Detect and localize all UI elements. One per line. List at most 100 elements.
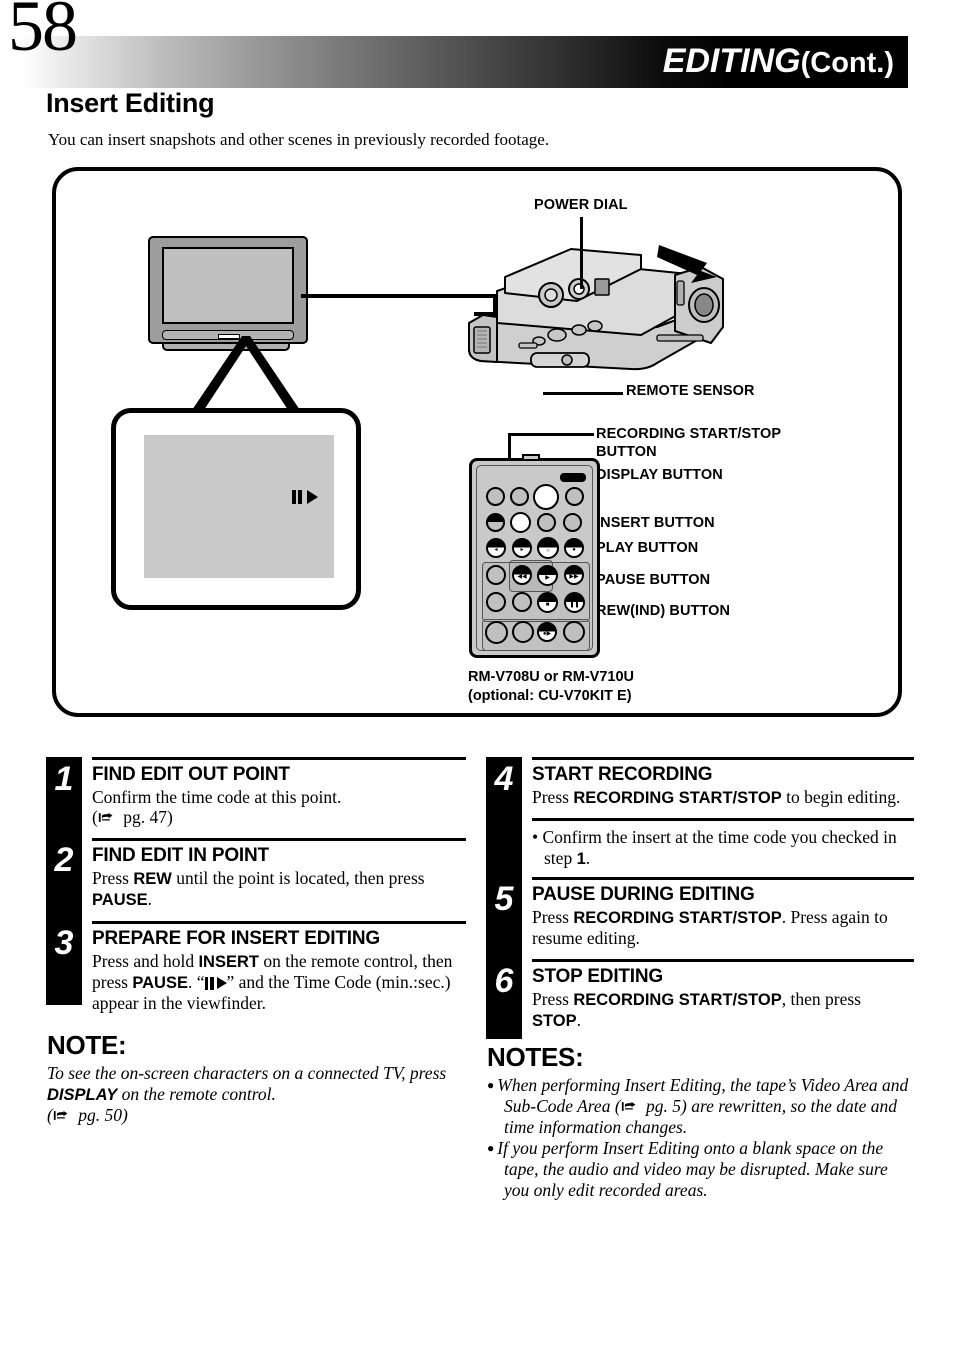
record-icon: ●▶: [542, 631, 552, 637]
remote-ir-window: [560, 473, 586, 482]
remote-button-r5c1[interactable]: [486, 592, 506, 612]
step-number: 5: [494, 880, 514, 919]
pause-play-osd-icon: [292, 490, 318, 504]
notes-block-right: NOTES: When performing Insert Editing, t…: [487, 1042, 917, 1201]
rewind-icon: ◀◀: [517, 574, 527, 580]
note-body: To see the on-screen characters on a con…: [47, 1063, 447, 1126]
label-rew-ind-button: REW(IND) BUTTON: [596, 603, 731, 619]
label-pause-button: PAUSE BUTTON: [596, 572, 711, 588]
step-body: Press RECORDING START/STOP. Press again …: [532, 907, 888, 949]
step-1: 1 FIND EDIT OUT POINT Confirm the time cod…: [55, 757, 466, 838]
zoom-callout-pointer: [188, 336, 304, 416]
step-title: STOP EDITING: [532, 965, 663, 987]
step-divider: [92, 757, 466, 760]
step-2: 2 FIND EDIT IN POINT Press REW until the p…: [55, 837, 466, 921]
label-recording-start-stop-button: RECORDING START/STOP BUTTON: [596, 425, 826, 461]
label-power-dial: POWER DIAL: [534, 197, 628, 213]
slow-forward-icon: ▸: [520, 547, 524, 553]
page-header: EDITING(Cont.): [20, 36, 908, 88]
header-title: EDITING(Cont.): [663, 42, 894, 81]
remote-button-r6c3[interactable]: ●▶: [537, 622, 557, 642]
note-block-left: NOTE: To see the on-screen characters on…: [47, 1030, 467, 1126]
remote-button-r1c2[interactable]: [510, 487, 529, 506]
page-number: 58: [8, 0, 78, 66]
step-3: 3 PREPARE FOR INSERT EDITING Press and hol…: [55, 920, 466, 1024]
remote-model-line1: RM-V708U or RM-V710U: [468, 669, 634, 685]
remote-button-r4c1[interactable]: [486, 565, 506, 585]
slow-reverse-icon: ◂: [494, 547, 498, 553]
step-divider: [532, 877, 914, 881]
remote-button-ff[interactable]: ▶▶: [564, 565, 584, 585]
step-divider: [532, 757, 914, 760]
step-number: 4: [494, 760, 514, 798]
remote-model-line2: (optional: CU-V70KIT E): [468, 687, 632, 704]
step-body: Press and hold INSERT on the remote cont…: [92, 950, 453, 1014]
remote-button-r6c1[interactable]: [485, 621, 508, 644]
manual-page: EDITING(Cont.) 58 Insert Editing You can…: [0, 0, 954, 1355]
steps-list-left: 1 FIND EDIT OUT POINT Confirm the time cod…: [55, 757, 466, 1024]
remote-button-recording-start-stop[interactable]: [533, 484, 559, 510]
remote-button-display[interactable]: [510, 512, 531, 533]
pointing-hand-icon: [53, 1109, 74, 1122]
osd-play-triangle-icon: [307, 490, 318, 504]
label-insert-button: INSERT BUTTON: [596, 515, 715, 531]
remote-button-r1c1[interactable]: [486, 487, 505, 506]
leader-power-dial: [580, 217, 583, 289]
step-divider: [532, 958, 914, 962]
remote-button-r6c2[interactable]: [512, 621, 534, 643]
step-title: FIND EDIT OUT POINT: [92, 764, 290, 785]
bullet-divider: [532, 818, 914, 822]
stop-icon: ■: [545, 602, 550, 608]
remote-button-slow-forward[interactable]: ▸: [512, 538, 532, 558]
remote-button-r2c1[interactable]: [486, 513, 505, 532]
osd-pause-bar-right: [298, 490, 302, 504]
remote-button-stop[interactable]: ■: [537, 592, 558, 613]
step-body: Press RECORDING START/STOP, then press S…: [532, 988, 861, 1031]
page-title: Insert Editing: [46, 88, 215, 118]
pause-icon: ❚❚: [569, 602, 580, 608]
step-body: Press REW until the point is located, th…: [92, 867, 425, 910]
step-bullet-note: • Confirm the insert at the time code yo…: [522, 818, 914, 877]
notes-list: When performing Insert Editing, the tape…: [487, 1075, 917, 1201]
play-icon: ▶: [545, 575, 550, 581]
remote-button-r1c4[interactable]: [565, 487, 584, 506]
remote-button-r2c3[interactable]: [537, 513, 556, 532]
remote-button-play[interactable]: ▶: [537, 565, 558, 586]
step-title: PAUSE DURING EDITING: [532, 884, 755, 906]
viewfinder-callout: [111, 408, 361, 610]
step-5: 5 PAUSE DURING EDITING Press RECORDING STA…: [495, 877, 914, 959]
step-number: 3: [54, 923, 74, 962]
notes-heading: NOTES:: [487, 1042, 584, 1072]
osd-pause-bar-left: [292, 490, 296, 504]
step-body: Press RECORDING START/STOP to begin edit…: [532, 787, 901, 807]
step-number: 2: [54, 840, 74, 879]
remote-button-r3c4[interactable]: ●: [564, 538, 584, 558]
remote-top-tab: [522, 454, 540, 461]
header-title-main: EDITING: [662, 42, 801, 80]
label-display-button: DISPLAY BUTTON: [596, 467, 723, 483]
step-body: Confirm the time code at this point.( pg…: [92, 787, 342, 828]
remote-button-r2c4[interactable]: [563, 513, 582, 532]
remote-button-rew-ind[interactable]: ◀◀: [512, 565, 532, 585]
note-item: When performing Insert Editing, the tape…: [487, 1075, 917, 1138]
remote-button-pause[interactable]: ❚❚: [564, 592, 585, 613]
viewfinder-screen: [144, 435, 334, 578]
step-divider: [92, 837, 466, 841]
label-play-button: PLAY BUTTON: [596, 540, 699, 556]
step-number: 1: [54, 760, 74, 798]
remote-button-r5c2[interactable]: [512, 592, 532, 612]
section-intro-text: You can insert snapshots and other scene…: [48, 130, 550, 149]
remote-button-slow-reverse[interactable]: ◂: [486, 538, 506, 558]
remote-button-insert[interactable]: ○: [537, 537, 559, 559]
note-heading: NOTE:: [47, 1030, 127, 1060]
step-title: START RECORDING: [532, 764, 713, 785]
header-title-suffix: (Cont.): [800, 47, 894, 79]
remote-button-r6c4[interactable]: [563, 621, 585, 643]
diagram-panel: POWER DIAL REMOTE SENSOR RECORDING START…: [52, 167, 902, 717]
label-recording-start-stop-button-text: RECORDING START/STOP BUTTON: [596, 426, 781, 461]
step-title: FIND EDIT IN POINT: [92, 844, 269, 866]
note-item: If you perform Insert Editing onto a bla…: [487, 1138, 917, 1201]
pointing-hand-icon: [98, 811, 119, 824]
audio-dub-icon: ●: [572, 547, 576, 553]
steps-list-right: 4 START RECORDING Press RECORDING START/ST…: [495, 757, 914, 1041]
